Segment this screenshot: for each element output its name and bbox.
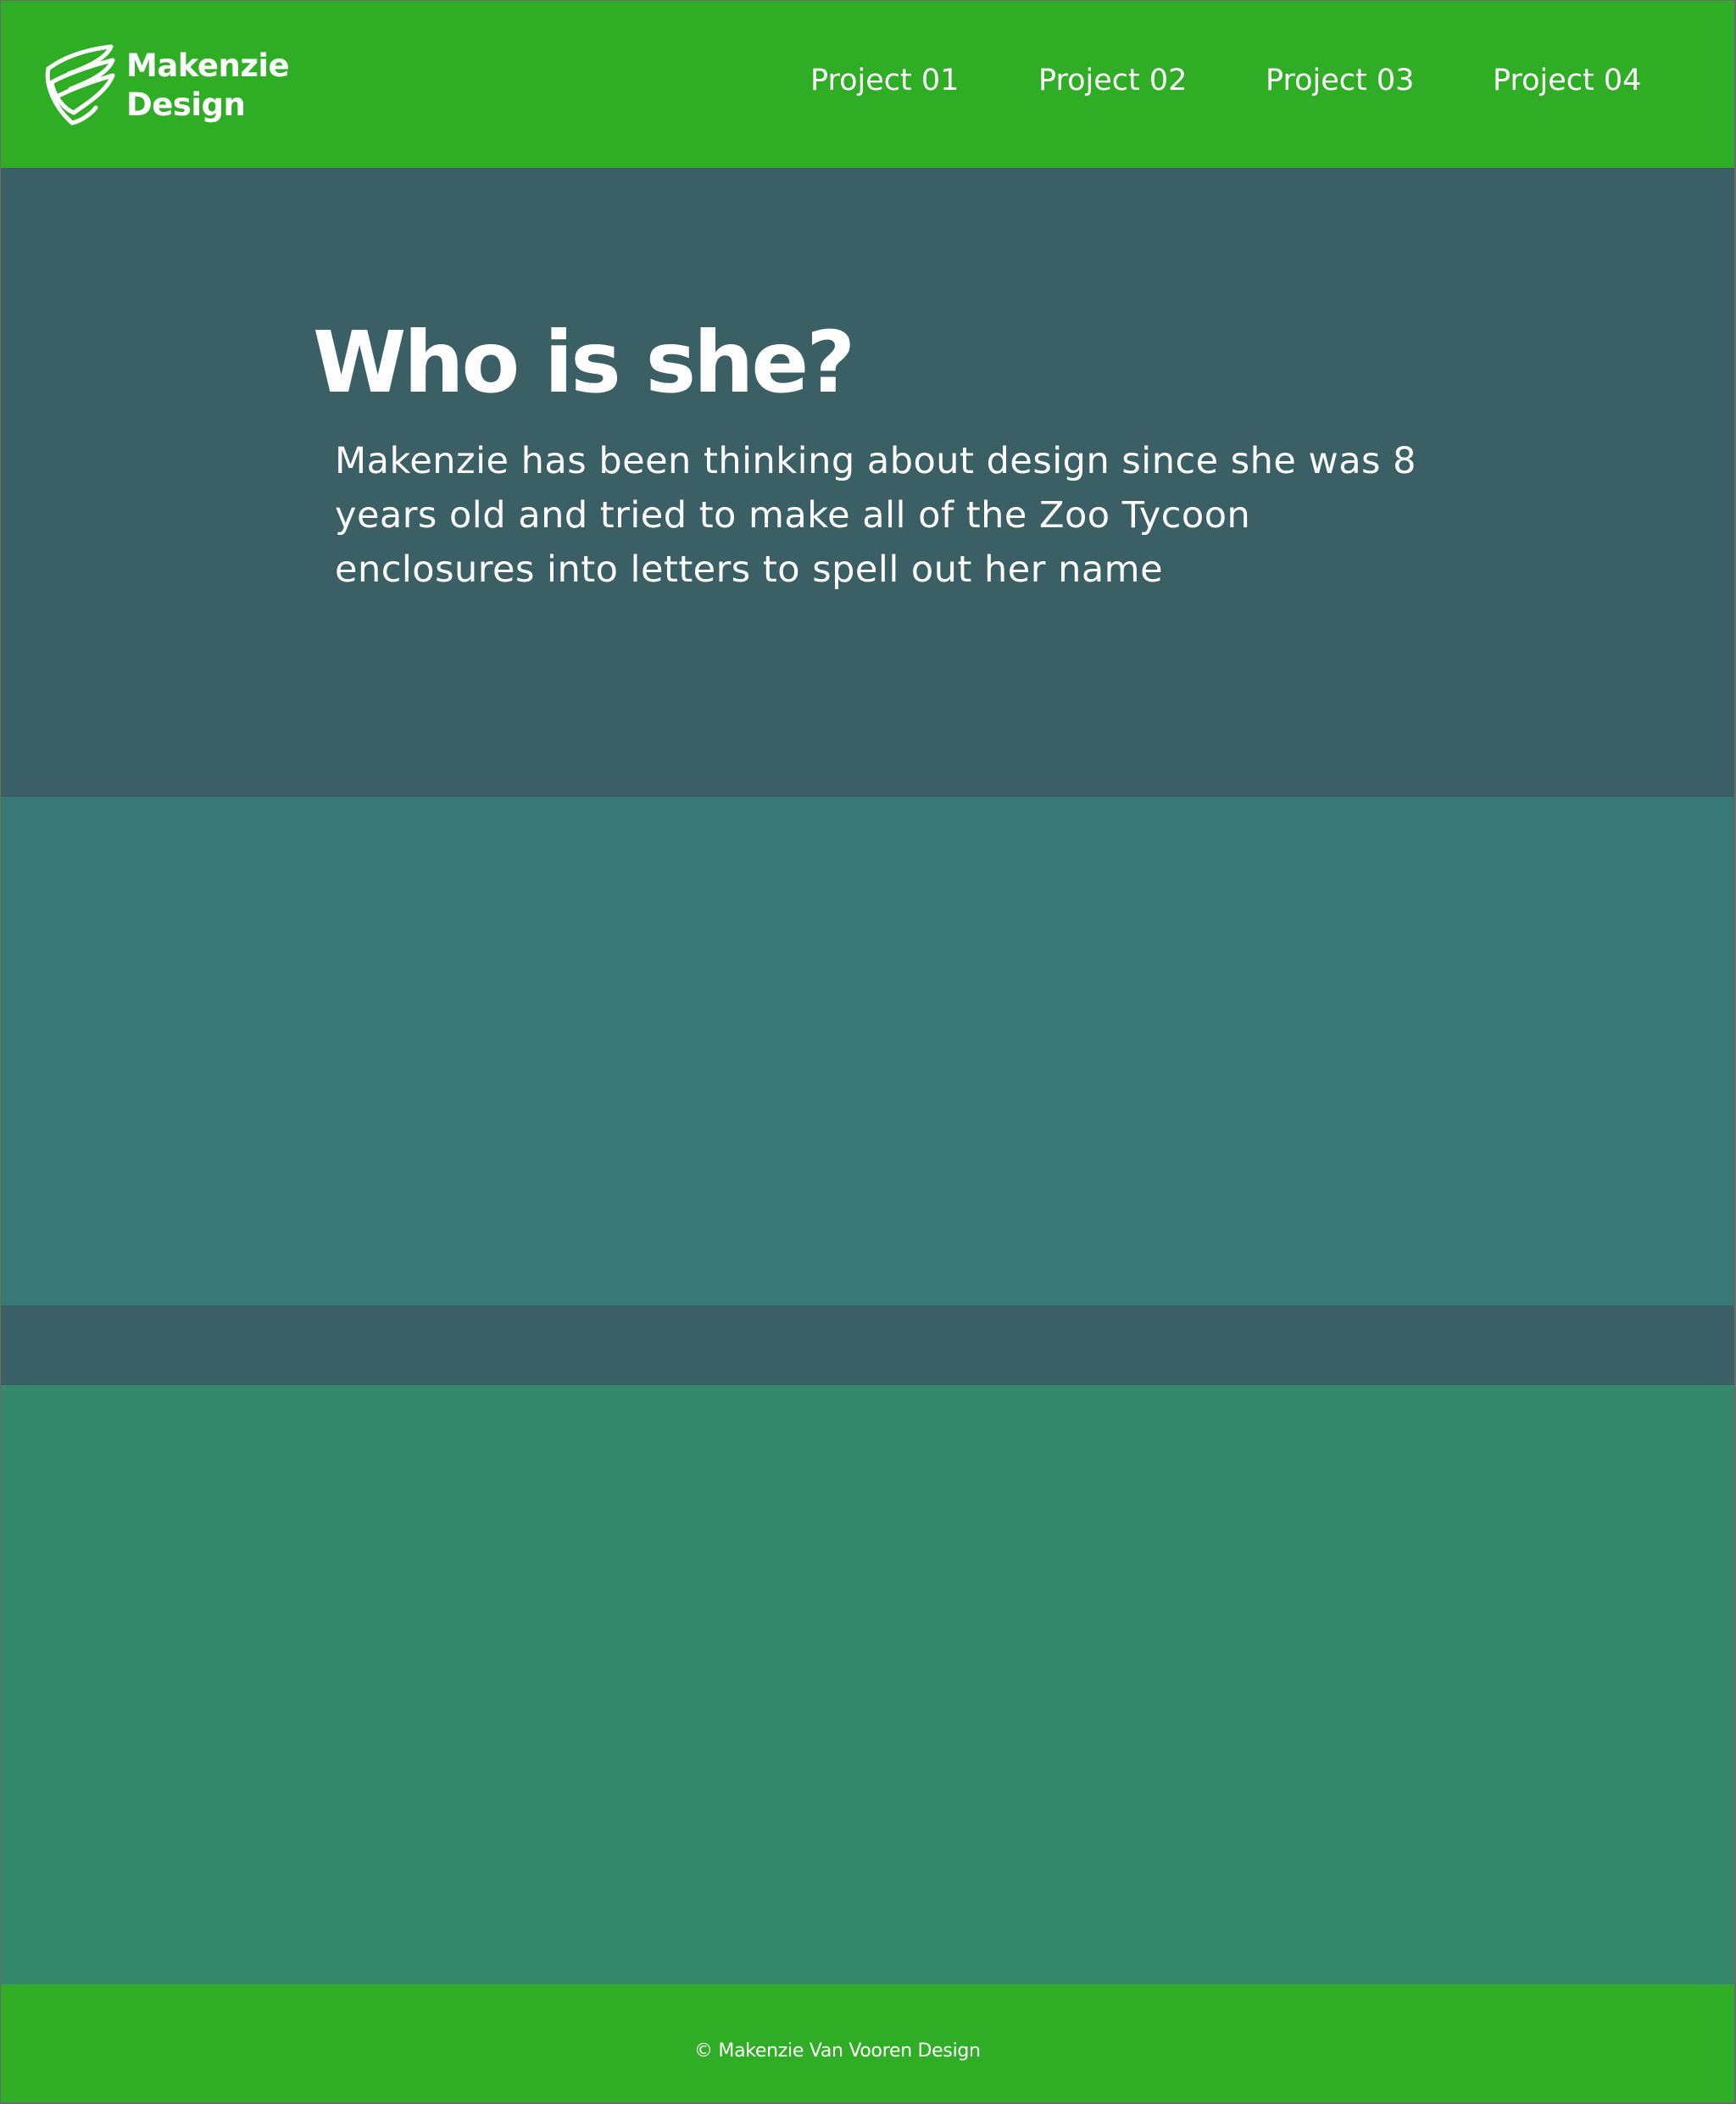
- about-section: Who is she? Makenzie has been thinking a…: [1, 168, 1734, 797]
- nav-project-01[interactable]: Project 01: [810, 62, 959, 99]
- site-footer: © Makenzie Van Vooren Design: [1, 1984, 1734, 2102]
- wing-logo-icon: [45, 44, 115, 125]
- page: Makenzie Design Project 01 Project 02 Pr…: [1, 1, 1734, 2102]
- footer-copyright: © Makenzie Van Vooren Design: [694, 2040, 981, 2062]
- green-content-band: [1, 1385, 1734, 1984]
- nav-project-02[interactable]: Project 02: [1038, 62, 1187, 99]
- about-description: Makenzie has been thinking about design …: [335, 440, 1416, 591]
- brand-line-2: Design: [126, 86, 246, 123]
- nav-project-03[interactable]: Project 03: [1266, 62, 1414, 99]
- brand-logo-link[interactable]: Makenzie Design: [43, 43, 290, 128]
- slate-divider-band: [1, 1305, 1734, 1385]
- brand-line-1: Makenzie: [126, 47, 290, 84]
- nav-project-04[interactable]: Project 04: [1493, 62, 1641, 99]
- site-header: Makenzie Design Project 01 Project 02 Pr…: [1, 1, 1734, 168]
- teal-content-band: [1, 797, 1734, 1305]
- about-title: Who is she?: [313, 313, 855, 412]
- brand-name: Makenzie Design: [126, 47, 290, 125]
